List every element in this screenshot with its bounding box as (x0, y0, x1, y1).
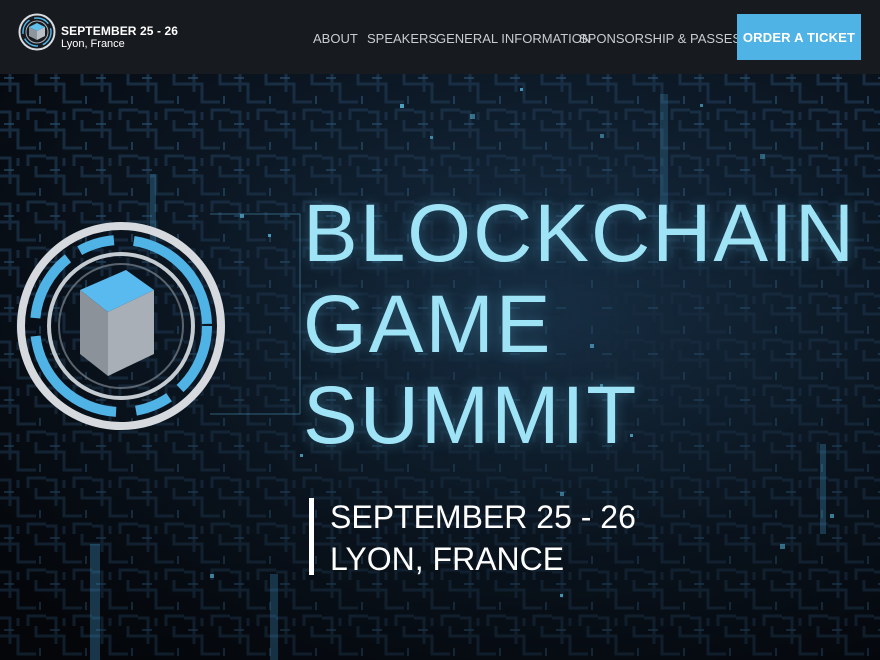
date-divider (309, 498, 314, 575)
cube-emblem-icon (17, 222, 225, 430)
title-line-2: GAME (303, 279, 553, 370)
event-location: LYON, FRANCE (330, 541, 565, 577)
title-line-3: SUMMIT (303, 370, 639, 461)
nav-about[interactable]: ABOUT (313, 31, 358, 46)
hero-section: BLOCKCHAIN GAME SUMMIT SEPTEMBER 25 - 26… (0, 74, 880, 660)
event-date: SEPTEMBER 25 - 26 (330, 499, 636, 535)
event-title: BLOCKCHAIN GAME SUMMIT (303, 188, 873, 461)
title-line-1: BLOCKCHAIN (303, 188, 857, 279)
nav-general-information[interactable]: GENERAL INFORMATION (436, 31, 591, 46)
nav-speakers[interactable]: SPEAKERS (367, 31, 437, 46)
site-header: SEPTEMBER 25 - 26 Lyon, France ABOUT SPE… (0, 0, 880, 74)
order-ticket-button[interactable]: ORDER A TICKET (737, 14, 861, 60)
page: SEPTEMBER 25 - 26 Lyon, France ABOUT SPE… (0, 0, 880, 660)
nav-sponsorship-passes[interactable]: SPONSORSHIP & PASSES (579, 31, 741, 46)
